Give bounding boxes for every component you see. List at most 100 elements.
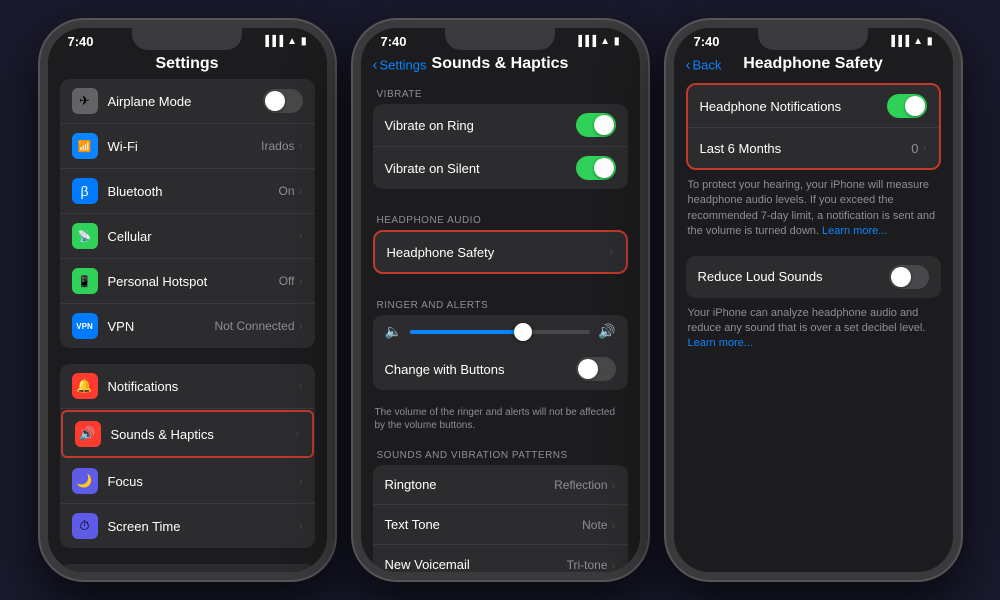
battery-icon-2: ▮	[614, 36, 620, 47]
voicemail-row[interactable]: New Voicemail Tri-tone ›	[373, 545, 628, 572]
phone-1-frame: 7:40 ▐▐▐ ▲ ▮ Settings ✈ Airplane Mode	[40, 20, 335, 580]
texttone-label: Text Tone	[385, 517, 583, 532]
focus-label: Focus	[108, 474, 299, 489]
ringtone-value: Reflection	[554, 478, 607, 492]
back-chevron-3: ‹	[686, 57, 691, 74]
sounds-label: Sounds & Haptics	[111, 427, 296, 442]
time-1: 7:40	[68, 34, 94, 49]
cellular-row[interactable]: 📡 Cellular ›	[60, 214, 315, 259]
bluetooth-icon: β	[72, 178, 98, 204]
airplane-toggle[interactable]	[263, 89, 303, 113]
hotspot-value: Off	[279, 274, 295, 288]
slider-thumb[interactable]	[514, 323, 532, 341]
vibrate-ring-label: Vibrate on Ring	[385, 118, 576, 133]
vibrate-ring-row[interactable]: Vibrate on Ring	[373, 104, 628, 147]
vibrate-ring-toggle[interactable]	[576, 113, 616, 137]
back-button-3[interactable]: ‹ Back	[686, 57, 722, 74]
notifications-row[interactable]: 🔔 Notifications ›	[60, 364, 315, 409]
sounds-chevron: ›	[296, 427, 300, 441]
vpn-row[interactable]: VPN VPN Not Connected ›	[60, 304, 315, 348]
focus-row[interactable]: 🌙 Focus ›	[60, 459, 315, 504]
volume-high-icon: 🔊	[598, 323, 615, 340]
learn-more-2[interactable]: Learn more...	[688, 337, 753, 349]
hn-toggle[interactable]	[887, 94, 927, 118]
screentime-row[interactable]: ⏱ Screen Time ›	[60, 504, 315, 548]
headphone-safety-label: Headphone Safety	[387, 245, 610, 260]
bluetooth-chevron: ›	[299, 184, 303, 198]
hotspot-icon: 📱	[72, 268, 98, 294]
notifications-icon: 🔔	[72, 373, 98, 399]
vpn-chevron: ›	[299, 319, 303, 333]
time-3: 7:40	[694, 34, 720, 49]
bluetooth-value: On	[278, 184, 294, 198]
volume-low-icon: 🔈	[385, 323, 402, 340]
headphone-section-label: HEADPHONE AUDIO	[361, 205, 640, 230]
phone-3: 7:40 ▐▐▐ ▲ ▮ ‹ Back Headphone Safety	[666, 20, 961, 580]
alerts-group: 🔔 Notifications › 🔊 Sounds & Haptics › 🌙…	[60, 364, 315, 548]
airplane-mode-row[interactable]: ✈ Airplane Mode	[60, 79, 315, 124]
back-label-2: Settings	[380, 58, 427, 73]
general-row[interactable]: ⚙ General ›	[60, 564, 315, 572]
cellular-icon: 📡	[72, 223, 98, 249]
wifi-icon-2: ▲	[600, 36, 610, 47]
page-title-1: Settings	[60, 55, 315, 73]
vibrate-section-label: VIBRATE	[361, 79, 640, 104]
notch-2	[445, 28, 555, 50]
wifi-label: Wi-Fi	[108, 139, 262, 154]
change-buttons-label: Change with Buttons	[385, 362, 576, 377]
last6-value: 0	[911, 141, 918, 156]
ringtone-chevron: ›	[612, 478, 616, 492]
hn-desc-text: To protect your hearing, your iPhone wil…	[688, 179, 936, 237]
rls-toggle[interactable]	[889, 265, 929, 289]
status-icons-2: ▐▐▐ ▲ ▮	[575, 36, 620, 47]
screentime-label: Screen Time	[108, 519, 299, 534]
notch-3	[758, 28, 868, 50]
headphone-safety-row[interactable]: Headphone Safety ›	[375, 232, 626, 272]
phone-1: 7:40 ▐▐▐ ▲ ▮ Settings ✈ Airplane Mode	[40, 20, 335, 580]
wifi-row[interactable]: 📶 Wi-Fi Irados ›	[60, 124, 315, 169]
scroll-2: VIBRATE Vibrate on Ring Vibrate on Silen…	[361, 79, 640, 572]
back-chevron-2: ‹	[373, 57, 378, 74]
wifi-value: Irados	[261, 139, 294, 153]
last6-label: Last 6 Months	[700, 141, 912, 156]
phone-3-screen: 7:40 ▐▐▐ ▲ ▮ ‹ Back Headphone Safety	[674, 28, 953, 572]
volume-track[interactable]	[410, 330, 590, 334]
learn-more-1[interactable]: Learn more...	[822, 225, 887, 237]
signal-icon-3: ▐▐▐	[888, 36, 909, 47]
airplane-icon: ✈	[72, 88, 98, 114]
hn-description: To protect your hearing, your iPhone wil…	[674, 170, 953, 248]
bluetooth-row[interactable]: β Bluetooth On ›	[60, 169, 315, 214]
ringer-section-label: RINGER AND ALERTS	[361, 290, 640, 315]
vibrate-silent-toggle[interactable]	[576, 156, 616, 180]
airplane-label: Airplane Mode	[108, 94, 263, 109]
ringer-subtext: The volume of the ringer and alerts will…	[361, 406, 640, 440]
voicemail-label: New Voicemail	[385, 557, 567, 572]
signal-icon: ▐▐▐	[262, 36, 283, 47]
vibrate-group: Vibrate on Ring Vibrate on Silent	[373, 104, 628, 189]
back-button-2[interactable]: ‹ Settings	[373, 57, 427, 74]
scroll-3: Headphone Notifications Last 6 Months 0 …	[674, 79, 953, 572]
status-icons-3: ▐▐▐ ▲ ▮	[888, 36, 933, 47]
battery-icon: ▮	[301, 36, 307, 47]
hotspot-row[interactable]: 📱 Personal Hotspot Off ›	[60, 259, 315, 304]
sounds-row[interactable]: 🔊 Sounds & Haptics ›	[61, 410, 314, 458]
focus-icon: 🌙	[72, 468, 98, 494]
ringtone-row[interactable]: Ringtone Reflection ›	[373, 465, 628, 505]
change-buttons-row[interactable]: Change with Buttons	[373, 348, 628, 390]
rls-description: Your iPhone can analyze headphone audio …	[674, 298, 953, 360]
texttone-value: Note	[582, 518, 607, 532]
rls-row[interactable]: Reduce Loud Sounds	[686, 256, 941, 298]
general-group: ⚙ General › 🎛 Control Center › AA Displa…	[60, 564, 315, 572]
back-label-3: Back	[693, 58, 722, 73]
nav-header-2: ‹ Settings Sounds & Haptics	[361, 51, 640, 79]
status-icons-1: ▐▐▐ ▲ ▮	[262, 36, 307, 47]
hn-row[interactable]: Headphone Notifications	[688, 85, 939, 128]
signal-icon-2: ▐▐▐	[575, 36, 596, 47]
voicemail-value: Tri-tone	[567, 558, 608, 572]
page-title-3: Headphone Safety	[686, 55, 941, 73]
texttone-row[interactable]: Text Tone Note ›	[373, 505, 628, 545]
vibrate-silent-row[interactable]: Vibrate on Silent	[373, 147, 628, 189]
bluetooth-label: Bluetooth	[108, 184, 279, 199]
slider-fill	[410, 330, 518, 334]
change-buttons-toggle[interactable]	[576, 357, 616, 381]
